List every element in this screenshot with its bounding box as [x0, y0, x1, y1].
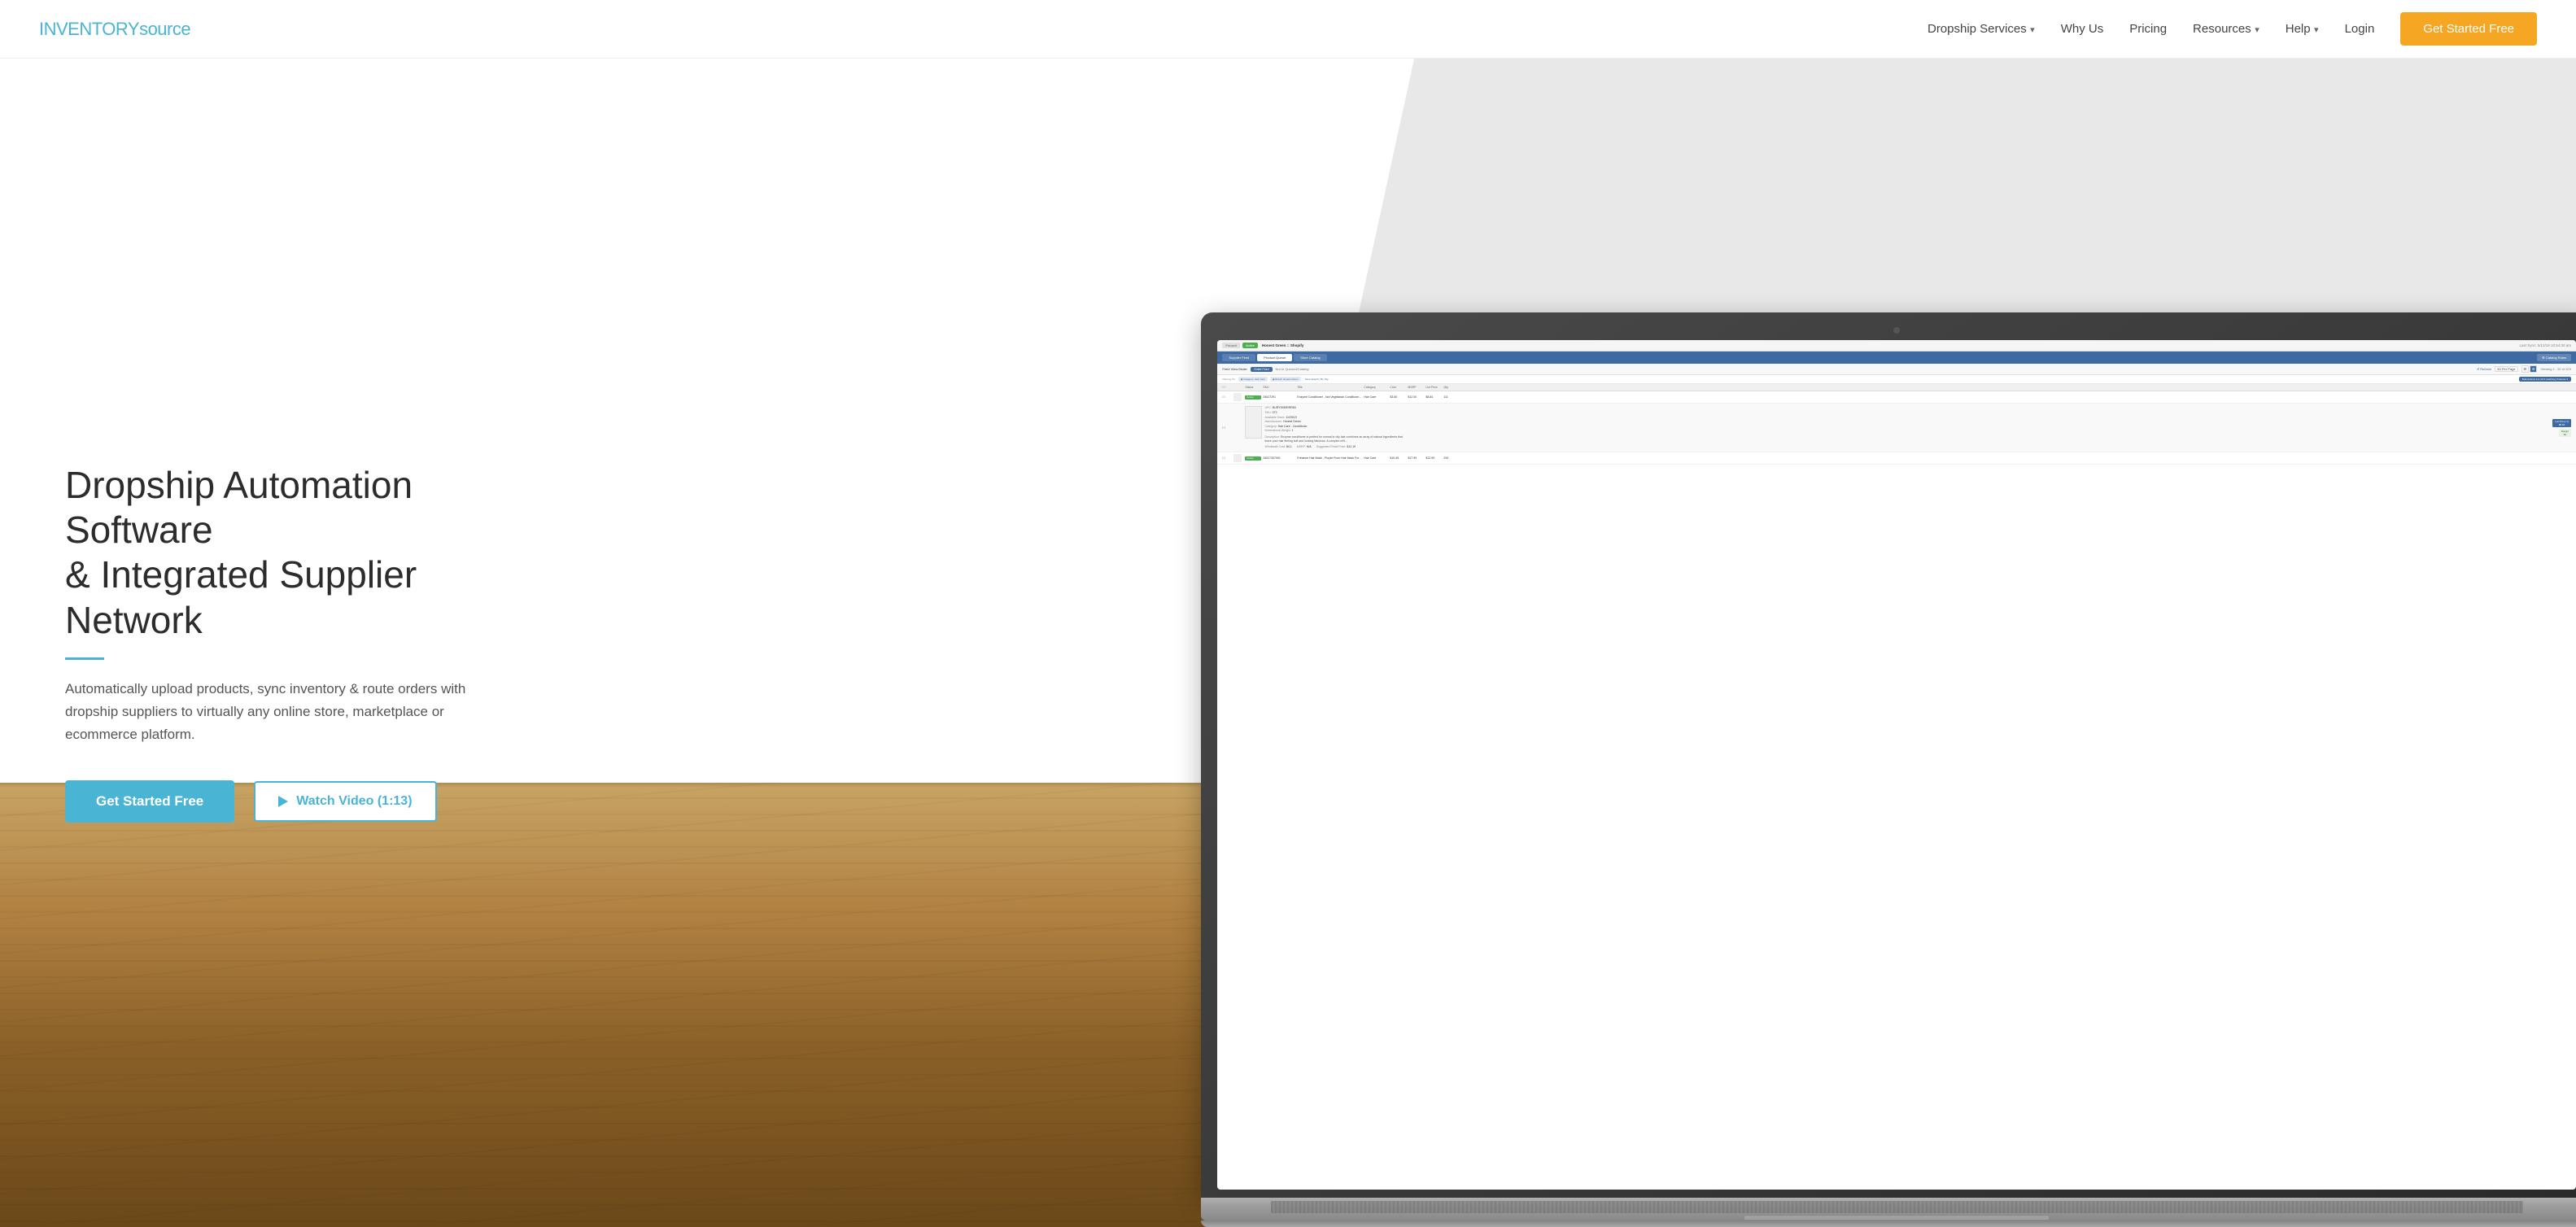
screen-row3-status: Active: [1245, 456, 1261, 461]
laptop-trackpad: [1744, 1215, 2050, 1220]
screen-row1-title: Enzyme Conditioner - Not Vegetarian Cond…: [1297, 395, 1362, 399]
screen-tabs: Supplier Feed Product Queue Store Catalo…: [1217, 352, 2576, 364]
logo[interactable]: INVENTORYSOUrce: [39, 19, 190, 40]
screen-row3-sku: 34027307091: [1263, 456, 1295, 460]
screen-view-list-icon[interactable]: ☰: [2521, 365, 2530, 373]
screen-row3-qty: 200: [1443, 456, 1458, 460]
screen-row1-status: Active: [1245, 395, 1261, 400]
screen-store-name: Honest Green :: Shopify: [1262, 343, 1304, 347]
screen-content: Paused Active Honest Green :: Shopify La…: [1217, 340, 2576, 1190]
screen-row2-price-buttons: List Price (7) $8.84 Margin $4: [1409, 419, 2571, 437]
hero-cta-secondary-label: Watch Video (1:13): [296, 794, 412, 809]
screen-row1-list-price: $8.84: [1426, 395, 1442, 399]
hero-section: Dropship Automation Software & Integrate…: [0, 59, 2576, 1227]
screen-row1-img: [1233, 393, 1242, 401]
nav-item-pricing[interactable]: Pricing: [2129, 22, 2167, 37]
nav-link-why-us[interactable]: Why Us: [2061, 22, 2104, 36]
screen-bulk-actions-btn[interactable]: Bulk Actions For All 3 matching Products…: [2519, 377, 2571, 382]
screen-row3-cost: $10.45: [1390, 456, 1406, 460]
screen-tab-product-queue[interactable]: Product Queue: [1257, 354, 1292, 361]
hero-content: Dropship Automation Software & Integrate…: [0, 414, 553, 871]
laptop-hinge: [1201, 1220, 2576, 1227]
screen-row1-qty: 111: [1443, 395, 1458, 399]
screen-table-row-3[interactable]: ☐ Active 34027307091 Enhance Hair Mask -…: [1217, 452, 2576, 465]
screen-row1-cost: $3.60: [1390, 395, 1406, 399]
hero-laptop-image: Paused Active Honest Green :: Shopify La…: [1201, 312, 2576, 1227]
screen-row3-img: [1233, 454, 1242, 462]
screen-row3-msrp: $17.99: [1408, 456, 1424, 460]
logo-text-part1: INVENTORY: [39, 19, 139, 39]
hero-cta-secondary[interactable]: Watch Video (1:13): [254, 781, 436, 822]
nav-link-pricing[interactable]: Pricing: [2129, 22, 2167, 36]
screen-status-paused: Paused: [1222, 343, 1240, 348]
screen-row2-margin-btn[interactable]: Margin $4: [2559, 429, 2571, 437]
screen-row2-product-image: [1245, 406, 1261, 439]
screen-row2-detail: UPC: BURY3939RRR83 SKU: 372 Available Si…: [1245, 406, 1408, 449]
screen-table-header: ☐ Status SKU Title Category Cost MSRP Li…: [1217, 384, 2576, 391]
screen-table-row-1[interactable]: ☐ Active 34027291 Enzyme Conditioner - N…: [1217, 391, 2576, 404]
laptop-keyboard: [1271, 1201, 2523, 1213]
laptop-screen-outer: Paused Active Honest Green :: Shopify La…: [1201, 312, 2576, 1198]
nav-link-resources[interactable]: Resources: [2193, 22, 2251, 36]
screen-tab-catalog-rules[interactable]: ⚙ Catalog Rules: [2537, 354, 2571, 361]
nav-links: Dropship Services Why Us Pricing Resourc…: [1928, 22, 2537, 37]
hero-title: Dropship Automation Software & Integrate…: [65, 463, 488, 643]
laptop-base: [1201, 1198, 2576, 1220]
hero-divider: [65, 657, 104, 660]
hero-title-line1: Dropship Automation Software: [65, 464, 413, 551]
screen-filter-chip1[interactable]: ◉ Category: Hair Care: [1238, 377, 1268, 382]
screen-feed-view-label: Feed View Mode:: [1222, 367, 1247, 371]
screen-entire-feed-btn[interactable]: Entire Feed: [1251, 367, 1272, 372]
screen-last-sync: Last Sync: 5/12/18 10:54:30 am: [2519, 343, 2571, 347]
nav-link-dropship-services[interactable]: Dropship Services: [1928, 22, 2027, 36]
laptop-screen: Paused Active Honest Green :: Shopify La…: [1217, 340, 2576, 1190]
screen-topbar: Paused Active Honest Green :: Shopify La…: [1217, 340, 2576, 352]
screen-view-grid-icon[interactable]: ⊞: [2530, 365, 2537, 373]
nav-item-why-us[interactable]: Why Us: [2061, 22, 2104, 37]
navbar: INVENTORYSOUrce Dropship Services Why Us…: [0, 0, 2576, 59]
nav-link-help[interactable]: Help: [2286, 22, 2311, 36]
screen-not-queued-label: Not In Queued/Catalog: [1276, 367, 1309, 371]
screen-row3-list-price: $12.99: [1426, 456, 1442, 460]
screen-save-search[interactable]: Save Search | By Tag: [1305, 378, 1329, 381]
nav-item-dropship-services[interactable]: Dropship Services: [1928, 22, 2035, 37]
nav-cta-button[interactable]: Get Started Free: [2400, 12, 2537, 46]
screen-row1-msrp: $12.00: [1408, 395, 1424, 399]
hero-buttons: Get Started Free Watch Video (1:13): [65, 780, 488, 823]
screen-status-active: Active: [1242, 343, 1258, 348]
nav-item-resources[interactable]: Resources: [2193, 22, 2259, 37]
play-icon: [278, 796, 288, 807]
nav-item-help[interactable]: Help: [2286, 22, 2319, 37]
hero-title-line2: & Integrated Supplier Network: [65, 553, 417, 640]
screen-row2-list-price-btn[interactable]: List Price (7) $8.84: [2552, 419, 2571, 427]
screen-tab-store-catalog[interactable]: Store Catalog: [1294, 354, 1326, 361]
screen-row1-sku: 34027291: [1263, 395, 1295, 399]
screen-per-page[interactable]: 50 Per Page: [2495, 366, 2517, 372]
screen-row1-category: Hair Care: [1364, 395, 1388, 399]
hero-cta-primary[interactable]: Get Started Free: [65, 780, 234, 823]
screen-row3-title: Enhance Hair Mask - Purple From Hair Mas…: [1297, 456, 1362, 460]
screen-table-row-2-expanded: ☐ UPC: BURY3939RRR83 SKU: 372 Available …: [1217, 404, 2576, 452]
screen-filter-label: Filtering On:: [1222, 378, 1235, 381]
screen-row2-detail-text: UPC: BURY3939RRR83 SKU: 372 Available Si…: [1265, 406, 1408, 449]
nav-cta-item[interactable]: Get Started Free: [2400, 22, 2537, 37]
screen-tab-supplier-feed[interactable]: Supplier Feed: [1222, 354, 1255, 361]
nav-link-login[interactable]: Login: [2345, 22, 2375, 36]
logo-text-part2: SOUrce: [139, 19, 190, 39]
screen-filter-chip2[interactable]: ◉ Brand: Honest Green: [1270, 377, 1301, 382]
screen-row3-category: Hair Care: [1364, 456, 1388, 460]
screen-refresh-btn[interactable]: ↺ Refresh: [2477, 367, 2491, 371]
laptop-camera: [1893, 327, 1900, 334]
screen-viewing: Viewing 1 - 50 of 623: [2540, 367, 2571, 371]
hero-subtitle: Automatically upload products, sync inve…: [65, 678, 488, 746]
nav-item-login[interactable]: Login: [2345, 22, 2375, 37]
laptop-mockup: Paused Active Honest Green :: Shopify La…: [1201, 312, 2576, 1227]
screen-toolbar: Feed View Mode: Entire Feed Not In Queue…: [1217, 364, 2576, 375]
screen-filter-row: Filtering On: ◉ Category: Hair Care ◉ Br…: [1217, 375, 2576, 384]
